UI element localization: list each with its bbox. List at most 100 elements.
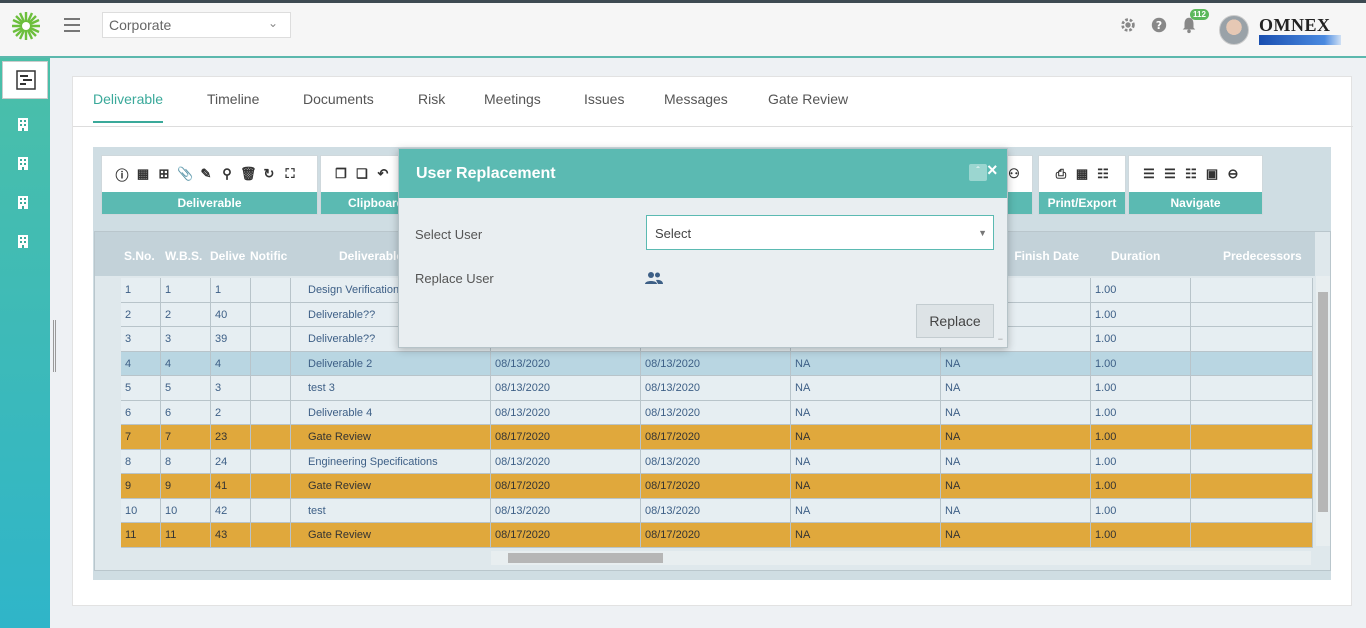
avatar[interactable] [1219,15,1249,45]
horizontal-scrollbar[interactable] [491,551,1311,565]
dialog-title: User Replacement [416,165,556,182]
table-cell-dur: 1.00 [1091,278,1191,302]
column-header[interactable]: Notific [250,249,290,263]
chevron-down-icon: ⌄ [267,16,278,30]
table-row[interactable]: 5 5 3 test 3 08/13/2020 08/13/2020 NA NA 1.00 [121,376,1313,401]
building-icon[interactable] [16,156,30,170]
table-cell-name: Gate Review [291,523,491,547]
expand-icon[interactable]: ⛶ [282,166,298,182]
users-icon[interactable]: ⚇ [1006,166,1022,182]
users-icon[interactable] [645,271,663,285]
resize-handle[interactable] [53,320,56,372]
table-cell-bl: NA [791,376,941,400]
table-cell-sno: 8 [121,449,161,473]
building-icon[interactable] [16,195,30,209]
table-row[interactable]: 7 7 23 Gate Review 08/17/2020 08/17/2020 NA NA 1… [121,425,1313,450]
table-row[interactable]: 4 4 4 Deliverable 2 08/13/2020 08/13/2020 NA NA… [121,351,1313,376]
table-row[interactable]: 11 11 43 Gate Review 08/17/2020 08/17/2020 NA N… [121,523,1313,548]
table-cell-name: Deliverable 4 [291,400,491,424]
table-row[interactable]: 10 10 42 test 08/13/2020 08/13/2020 NA NA 1.00 [121,498,1313,523]
replace-button[interactable]: Replace [916,304,994,338]
attach-icon[interactable]: 📎 [177,166,193,182]
undo-icon[interactable]: ↶ [375,166,391,182]
rows-icon[interactable]: ☰ [1162,166,1178,182]
table-cell-wbs: 6 [161,400,211,424]
add-icon[interactable]: ⊞ [156,166,172,182]
table-cell-wbs: 10 [161,498,211,522]
excel-icon[interactable]: ☷ [1095,166,1111,182]
table-cell-start: 08/13/2020 [491,351,641,375]
column-header[interactable]: Predecessors [1223,249,1313,263]
table-cell-wbs: 4 [161,351,211,375]
tab-gate-review[interactable]: Gate Review [768,91,848,121]
column-header[interactable]: Delive [210,249,250,263]
edit-icon[interactable]: ✎ [198,166,214,182]
column-header[interactable]: S.No. [124,249,160,263]
table-cell-name: Gate Review [291,425,491,449]
tab-meetings[interactable]: Meetings [484,91,541,121]
building-icon[interactable] [16,117,30,131]
table-row[interactable]: 6 6 2 Deliverable 4 08/13/2020 08/13/2020 NA NA… [121,400,1313,425]
column-header[interactable]: Deliverable [339,249,399,263]
building-icon[interactable] [16,234,30,248]
app-logo-icon[interactable] [10,10,42,42]
tab-messages[interactable]: Messages [664,91,728,121]
print-icon[interactable]: ⎙ [1053,166,1069,182]
table-icon[interactable]: ▦ [1074,166,1090,182]
tab-issues[interactable]: Issues [584,91,624,121]
table-cell-notif [251,425,291,449]
paste-icon[interactable]: ❏ [354,166,370,182]
table-cell-name: Deliverable 2 [291,351,491,375]
tab-deliverable[interactable]: Deliverable [93,91,164,123]
table-cell-wbs: 5 [161,376,211,400]
column-header[interactable]: Duration [1111,249,1171,263]
toolbar-group-label: Print/Export [1039,192,1125,214]
delete-icon[interactable]: 🗑 [240,166,257,182]
table-cell-id: 4 [211,351,251,375]
column-header[interactable]: Finish Date [999,249,1079,263]
help-icon[interactable]: ? [1150,16,1168,34]
table-row[interactable]: 9 9 41 Gate Review 08/17/2020 08/17/2020 NA NA 1… [121,474,1313,499]
column-header[interactable]: W.B.S. [165,249,209,263]
table-cell-wbs: 9 [161,474,211,498]
clipboard-icon[interactable]: ☷ [1183,166,1199,182]
svg-text:?: ? [1156,19,1162,32]
table-cell-fin: NA [941,449,1091,473]
table-cell-sno: 4 [121,351,161,375]
company-select[interactable]: Corporate ⌄ [102,12,291,38]
search-icon[interactable]: ⚲ [219,166,235,182]
table-cell-fin: NA [941,376,1091,400]
replace-user-label: Replace User [415,271,494,286]
table-cell-wbs: 7 [161,425,211,449]
gear-icon[interactable] [1119,16,1137,34]
close-icon[interactable]: × [987,160,998,181]
tab-risk[interactable]: Risk [418,91,445,121]
table-cell-sno: 2 [121,302,161,326]
info-icon[interactable]: ⓘ [114,165,130,184]
table-cell-finish: 08/17/2020 [641,425,791,449]
table-cell-dur: 1.00 [1091,474,1191,498]
copy-icon[interactable]: ❐ [333,166,349,182]
table-row[interactable]: 8 8 24 Engineering Specifications 08/13/2020… [121,449,1313,474]
sidebar-item-project-plan[interactable] [2,61,48,99]
table-cell-start: 08/13/2020 [491,449,641,473]
tab-timeline[interactable]: Timeline [207,91,259,121]
hamburger-menu-icon[interactable] [64,18,80,32]
comment-icon[interactable]: ▣ [1204,166,1220,182]
refresh-icon[interactable]: ↻ [261,166,277,182]
table-cell-sno: 1 [121,278,161,302]
list-icon[interactable]: ☰ [1141,166,1157,182]
tab-documents[interactable]: Documents [303,91,374,121]
resize-grip-icon[interactable]: − [998,334,1003,344]
brand-logo: OMNEX [1259,16,1341,46]
vertical-scrollbar[interactable] [1316,276,1330,546]
table-cell-start: 08/13/2020 [491,498,641,522]
save-icon[interactable]: ▦ [135,166,151,182]
table-cell-finish: 08/13/2020 [641,376,791,400]
minimize-icon[interactable]: ˆ [969,164,987,181]
table-cell-id: 23 [211,425,251,449]
back-icon[interactable]: ⊖ [1225,166,1241,182]
select-user-dropdown[interactable]: Select ▼ [646,215,994,250]
table-cell-finish: 08/13/2020 [641,498,791,522]
table-cell-fin: NA [941,474,1091,498]
